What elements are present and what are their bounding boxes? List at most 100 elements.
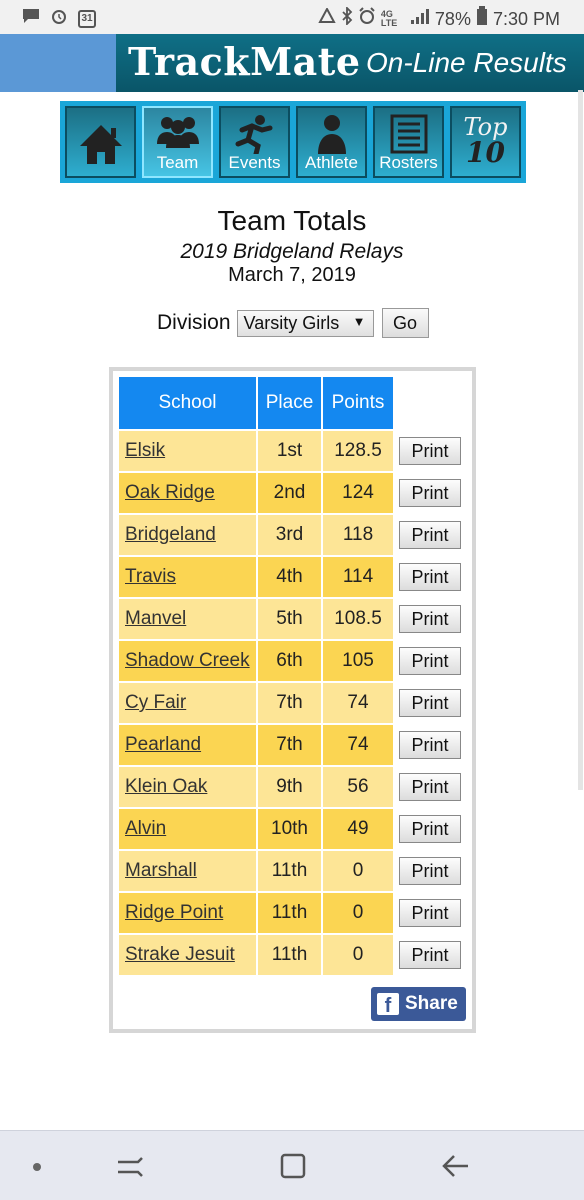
school-link[interactable]: Marshall — [125, 860, 197, 881]
print-button[interactable]: Print — [399, 479, 461, 507]
school-link[interactable]: Strake Jesuit — [125, 944, 235, 965]
print-button[interactable]: Print — [399, 521, 461, 549]
dropdown-arrow-icon: ▼ — [352, 313, 366, 329]
battery-icon — [476, 6, 488, 32]
points-cell: 49 — [323, 809, 393, 849]
message-icon — [22, 8, 40, 30]
print-cell: Print — [395, 557, 465, 597]
division-selector: Division Varsity Girls ▼ Go — [157, 308, 429, 338]
nav-team[interactable]: Team — [142, 106, 213, 178]
runner-icon — [221, 114, 288, 154]
table-row: Elsik 1st 128.5 Print — [119, 431, 465, 471]
print-button[interactable]: Print — [399, 773, 461, 801]
calendar-icon: 31 — [78, 10, 96, 28]
place-cell: 5th — [258, 599, 321, 639]
place-cell: 7th — [258, 725, 321, 765]
school-cell: Strake Jesuit — [119, 935, 256, 975]
school-link[interactable]: Klein Oak — [125, 776, 207, 797]
print-cell: Print — [395, 725, 465, 765]
division-select[interactable]: Varsity Girls ▼ — [236, 309, 374, 337]
table-row: Oak Ridge 2nd 124 Print — [119, 473, 465, 513]
print-cell: Print — [395, 473, 465, 513]
place-cell: 4th — [258, 557, 321, 597]
school-link[interactable]: Elsik — [125, 440, 165, 461]
nav-events[interactable]: Events — [219, 106, 290, 178]
print-cell: Print — [395, 935, 465, 975]
school-link[interactable]: Pearland — [125, 734, 201, 755]
nav-label-events: Events — [228, 153, 281, 172]
print-button[interactable]: Print — [399, 647, 461, 675]
division-label: Division — [157, 311, 231, 334]
school-cell: Pearland — [119, 725, 256, 765]
brand-subtitle: On-Line Results — [366, 47, 567, 78]
print-button[interactable]: Print — [399, 899, 461, 927]
nav-label-athlete: Athlete — [305, 153, 358, 172]
points-cell: 0 — [323, 935, 393, 975]
table-row: Travis 4th 114 Print — [119, 557, 465, 597]
points-cell: 74 — [323, 683, 393, 723]
athlete-icon — [298, 114, 365, 154]
table-row: Shadow Creek 6th 105 Print — [119, 641, 465, 681]
go-button[interactable]: Go — [381, 308, 429, 338]
table-row: Bridgeland 3rd 118 Print — [119, 515, 465, 555]
table-row: Marshall 11th 0 Print — [119, 851, 465, 891]
place-cell: 7th — [258, 683, 321, 723]
print-button[interactable]: Print — [399, 731, 461, 759]
print-cell: Print — [395, 599, 465, 639]
school-cell: Marshall — [119, 851, 256, 891]
home-icon — [67, 122, 134, 166]
team-totals-table: School Place Points Elsik 1st 128.5 Print Oa… — [117, 375, 467, 977]
back-icon[interactable] — [440, 1151, 470, 1186]
school-cell: Travis — [119, 557, 256, 597]
nav-home[interactable] — [65, 106, 136, 178]
share-label: Share — [405, 993, 458, 1014]
top-10-icon: Top 10 — [452, 114, 519, 167]
nav-dot-icon[interactable] — [33, 1163, 41, 1171]
print-button[interactable]: Print — [399, 563, 461, 591]
print-cell: Print — [395, 431, 465, 471]
home-button-icon[interactable] — [279, 1151, 307, 1186]
print-button[interactable]: Print — [399, 941, 461, 969]
nav-top-10[interactable]: Top 10 — [450, 106, 521, 178]
school-link[interactable]: Shadow Creek — [125, 650, 250, 671]
school-link[interactable]: Manvel — [125, 608, 186, 629]
school-cell: Klein Oak — [119, 767, 256, 807]
table-row: Ridge Point 11th 0 Print — [119, 893, 465, 933]
print-button[interactable]: Print — [399, 605, 461, 633]
scrollbar[interactable] — [578, 90, 583, 790]
school-link[interactable]: Ridge Point — [125, 902, 223, 923]
brand-logo-text[interactable]: TrackMate — [128, 39, 361, 84]
recent-apps-icon[interactable] — [115, 1151, 145, 1186]
place-cell: 6th — [258, 641, 321, 681]
print-cell: Print — [395, 683, 465, 723]
place-cell: 11th — [258, 935, 321, 975]
clock-time: 7:30 PM — [492, 8, 560, 29]
nav-athlete[interactable]: Athlete — [296, 106, 367, 178]
school-link[interactable]: Bridgeland — [125, 524, 216, 545]
points-cell: 114 — [323, 557, 393, 597]
battery-percent: 78% — [434, 8, 471, 29]
school-link[interactable]: Oak Ridge — [125, 482, 215, 503]
header-place: Place — [258, 377, 321, 429]
facebook-share-button[interactable]: f Share — [371, 987, 466, 1021]
print-cell: Print — [395, 809, 465, 849]
school-cell: Ridge Point — [119, 893, 256, 933]
school-link[interactable]: Alvin — [125, 818, 166, 839]
print-cell: Print — [395, 767, 465, 807]
school-link[interactable]: Travis — [125, 566, 176, 587]
place-cell: 10th — [258, 809, 321, 849]
print-button[interactable]: Print — [399, 857, 461, 885]
roster-icon — [375, 114, 442, 154]
print-button[interactable]: Print — [399, 689, 461, 717]
table-row: Strake Jesuit 11th 0 Print — [119, 935, 465, 975]
nav-label-rosters: Rosters — [379, 153, 438, 172]
points-cell: 118 — [323, 515, 393, 555]
school-cell: Bridgeland — [119, 515, 256, 555]
school-link[interactable]: Cy Fair — [125, 692, 186, 713]
place-cell: 11th — [258, 851, 321, 891]
place-cell: 1st — [258, 431, 321, 471]
points-cell: 128.5 — [323, 431, 393, 471]
print-button[interactable]: Print — [399, 815, 461, 843]
nav-rosters[interactable]: Rosters — [373, 106, 444, 178]
print-button[interactable]: Print — [399, 437, 461, 465]
